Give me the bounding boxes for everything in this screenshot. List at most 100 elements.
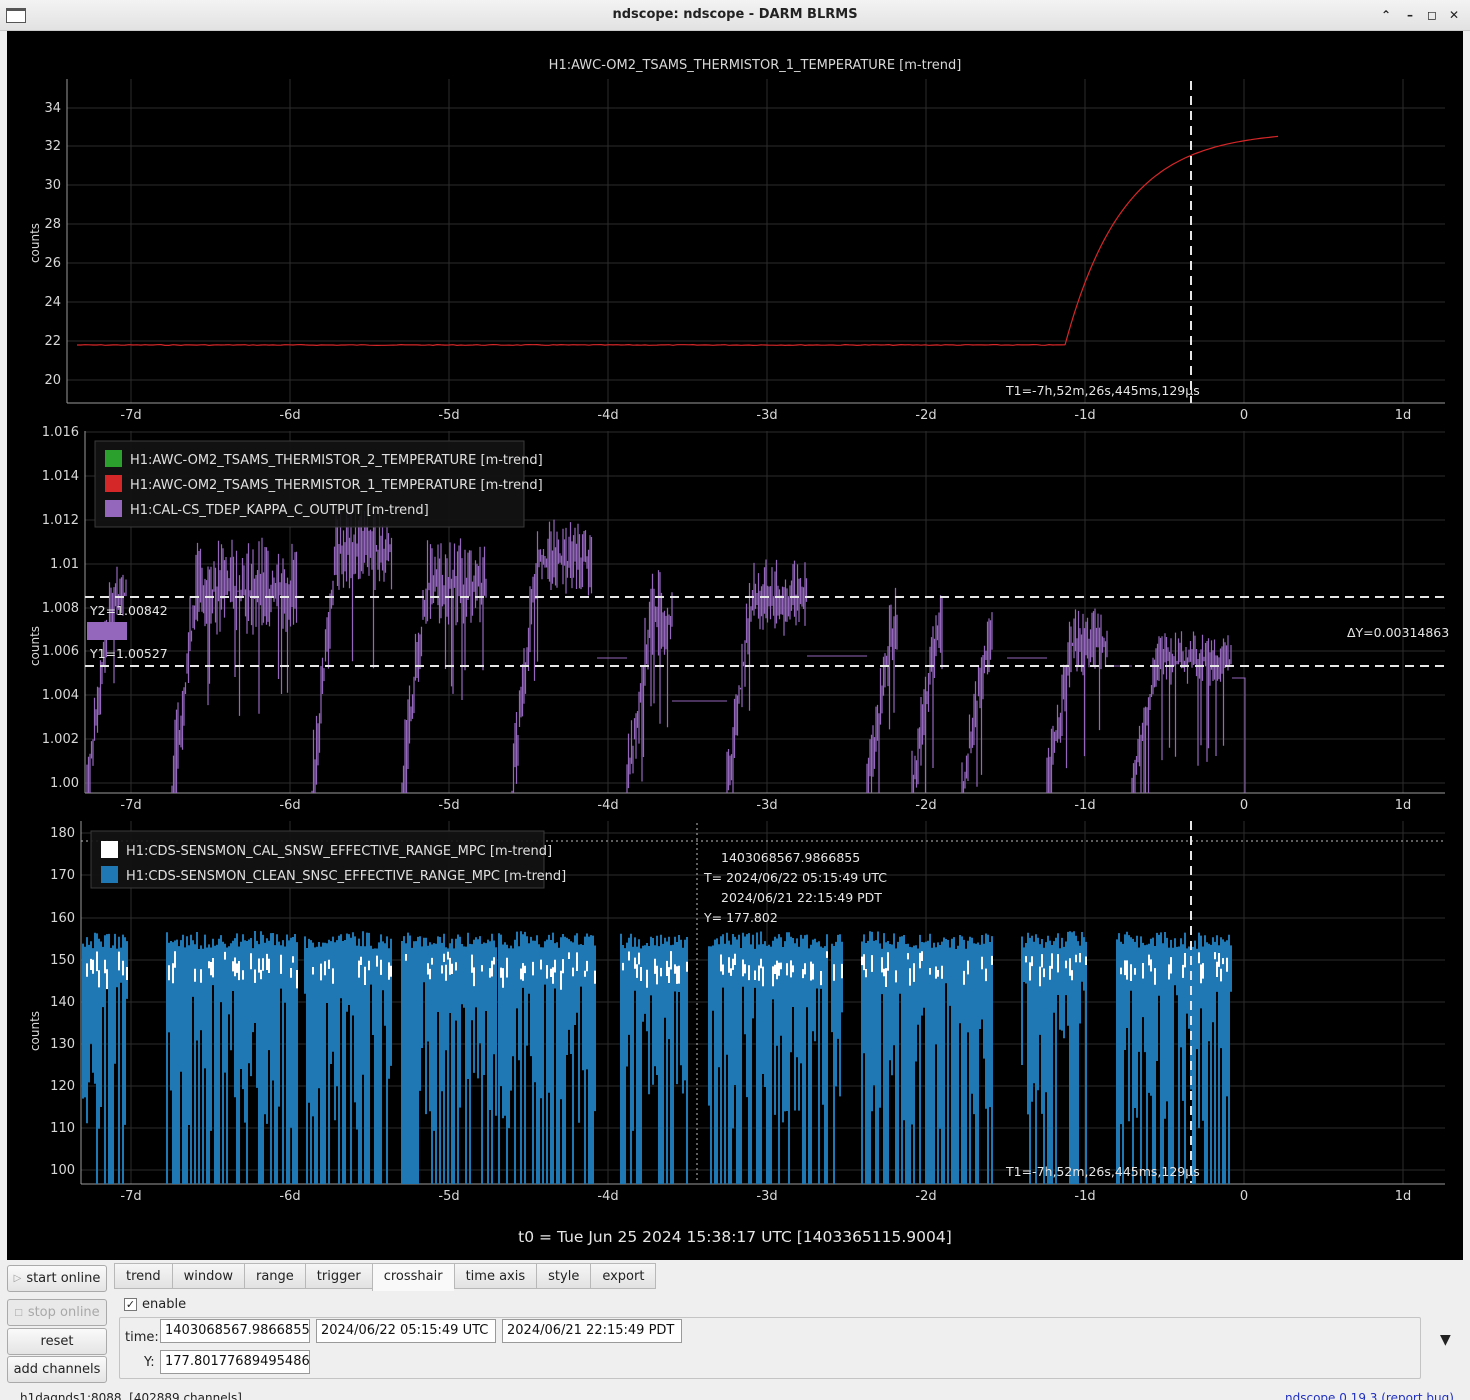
- tab-trend[interactable]: trend: [114, 1263, 172, 1289]
- bottom-plot-t1-label: T1=-7h,52m,26s,445ms,129µs: [1005, 1164, 1200, 1179]
- plot-area[interactable]: H1:AWC-OM2_TSAMS_THERMISTOR_1_TEMPERATUR…: [7, 31, 1463, 1260]
- status-server: h1daqnds1:8088, [402889 channels]: [20, 1391, 242, 1400]
- top-plot-ytick: 22: [44, 334, 61, 349]
- legend-swatch-thermistor-2[interactable]: [105, 450, 122, 467]
- time-utc-field[interactable]: 2024/06/22 05:15:49 UTC: [316, 1319, 496, 1343]
- middle-plot-xtick: -2d: [915, 798, 936, 813]
- enable-checkbox-row[interactable]: ✓ enable: [124, 1297, 186, 1312]
- legend-label-clean-snsc: H1:CDS-SENSMON_CLEAN_SNSC_EFFECTIVE_RANG…: [126, 869, 566, 884]
- bottom-plot-xtick: -4d: [597, 1189, 618, 1204]
- top-plot-ytick: 24: [44, 295, 61, 310]
- middle-plot-ytick: 1.012: [42, 513, 79, 528]
- top-plot-ytick: 20: [44, 373, 61, 388]
- stop-online-button[interactable]: □ stop online: [7, 1299, 107, 1326]
- reset-button[interactable]: reset: [7, 1328, 107, 1355]
- legend-swatch-cal-snsw[interactable]: [101, 841, 118, 858]
- bottom-plot-ytick: 130: [50, 1037, 75, 1052]
- top-plot-title: H1:AWC-OM2_TSAMS_THERMISTOR_1_TEMPERATUR…: [549, 58, 962, 73]
- bottom-plot-xtick: 1d: [1395, 1189, 1412, 1204]
- crosshair-y-label: Y= 177.802: [703, 910, 778, 925]
- bottom-plot-xtick: -7d: [120, 1189, 141, 1204]
- window-title: ndscope: ndscope - DARM BLRMS: [612, 7, 858, 22]
- tab-export[interactable]: export: [590, 1263, 657, 1289]
- bottom-plot-xtick: -6d: [279, 1189, 300, 1204]
- top-plot-ytick: 34: [44, 101, 61, 116]
- add-channels-button[interactable]: add channels: [7, 1356, 107, 1383]
- middle-plot-ytick: 1.014: [42, 469, 79, 484]
- bottom-plot-legend[interactable]: H1:CDS-SENSMON_CAL_SNSW_EFFECTIVE_RANGE_…: [90, 830, 566, 889]
- close-icon[interactable]: ✕: [1445, 6, 1463, 24]
- tab-window[interactable]: window: [171, 1263, 244, 1289]
- t0-label: t0 = Tue Jun 25 2024 15:38:17 UTC [14033…: [518, 1228, 952, 1246]
- crosshair-tab-panel: ✓ enable time: 1403068567.9866855 2024/0…: [114, 1289, 1429, 1381]
- legend-swatch-clean-snsc[interactable]: [101, 866, 118, 883]
- settings-tabs: trend window range trigger crosshair time axi…: [114, 1263, 657, 1291]
- middle-plot-xtick: -5d: [438, 798, 459, 813]
- legend-swatch-thermistor-1[interactable]: [105, 475, 122, 492]
- middle-plot-xtick: -4d: [597, 798, 618, 813]
- legend-label-thermistor-1: H1:AWC-OM2_TSAMS_THERMISTOR_1_TEMPERATUR…: [130, 478, 543, 493]
- start-online-button[interactable]: ▷ start online: [7, 1265, 107, 1292]
- enable-checkbox[interactable]: ✓: [124, 1298, 137, 1311]
- legend-swatch-kappa-c[interactable]: [105, 500, 122, 517]
- time-pdt-field[interactable]: 2024/06/21 22:15:49 PDT: [502, 1319, 682, 1343]
- control-panel: ▷ start online □ stop online reset add c…: [0, 1260, 1470, 1400]
- top-plot-xtick: -1d: [1074, 408, 1095, 423]
- play-icon: ▷: [13, 1273, 22, 1284]
- middle-plot-ylabel: counts: [28, 626, 42, 666]
- middle-plot-ytick: 1.004: [42, 688, 79, 703]
- tab-crosshair[interactable]: crosshair: [371, 1263, 454, 1291]
- middle-plot-xtick: -3d: [756, 798, 777, 813]
- middle-plot-xtick: 1d: [1395, 798, 1412, 813]
- middle-plot-dy-label: ΔY=0.00314863: [1347, 625, 1449, 640]
- enable-label: enable: [142, 1297, 187, 1312]
- middle-plot-kappa-block: [87, 622, 127, 640]
- middle-plot-xtick: -6d: [279, 798, 300, 813]
- bottom-plot-ytick: 180: [50, 826, 75, 841]
- time-gps-field[interactable]: 1403068567.9866855: [160, 1319, 310, 1343]
- middle-plot-ytick: 1.008: [42, 601, 79, 616]
- top-plot-ytick: 30: [44, 178, 61, 193]
- tab-range[interactable]: range: [243, 1263, 305, 1289]
- time-label: time:: [125, 1330, 159, 1345]
- top-plot-xtick: -6d: [279, 408, 300, 423]
- top-plot-xtick: -5d: [438, 408, 459, 423]
- maximize-icon[interactable]: ◻: [1423, 6, 1441, 24]
- bottom-plot-ylabel: counts: [28, 1011, 42, 1051]
- middle-plot-ytick: 1.016: [42, 425, 79, 440]
- top-plot-ytick: 28: [44, 217, 61, 232]
- bottom-plot-xtick: 0: [1240, 1189, 1248, 1204]
- top-plot-ylabel: counts: [28, 223, 42, 263]
- middle-plot-xtick: -7d: [120, 798, 141, 813]
- keep-above-icon[interactable]: ⌃: [1377, 6, 1395, 24]
- top-plot-xtick: -2d: [915, 408, 936, 423]
- middle-plot-y1-label: Y1=1.00527: [89, 646, 168, 661]
- collapse-panel-icon[interactable]: ▼: [1440, 1332, 1451, 1348]
- middle-plot-ytick: 1.01: [50, 557, 79, 572]
- bottom-plot-xtick: -5d: [438, 1189, 459, 1204]
- middle-plot-xtick: 0: [1240, 798, 1248, 813]
- bottom-plot-xtick: -2d: [915, 1189, 936, 1204]
- y-value-field[interactable]: 177.80177689495486: [160, 1350, 310, 1374]
- minimize-icon[interactable]: –: [1401, 6, 1419, 24]
- tab-trigger[interactable]: trigger: [304, 1263, 372, 1289]
- tab-time-axis[interactable]: time axis: [453, 1263, 537, 1289]
- top-plot-xtick: -3d: [756, 408, 777, 423]
- middle-plot-ytick: 1.006: [42, 644, 79, 659]
- legend-label-kappa-c: H1:CAL-CS_TDEP_KAPPA_C_OUTPUT [m-trend]: [130, 503, 429, 518]
- bottom-plot-ytick: 100: [50, 1163, 75, 1178]
- bottom-plot-ytick: 150: [50, 953, 75, 968]
- top-plot-xtick: -7d: [120, 408, 141, 423]
- status-version-link[interactable]: ndscope 0.19.3 (report bug): [1285, 1391, 1454, 1400]
- top-plot-series-thermistor-1: [77, 135, 1279, 347]
- top-plot-xtick: 0: [1240, 408, 1248, 423]
- middle-plot-xtick: -1d: [1074, 798, 1095, 813]
- legend-label-thermistor-2: H1:AWC-OM2_TSAMS_THERMISTOR_2_TEMPERATUR…: [130, 453, 543, 468]
- tab-style[interactable]: style: [536, 1263, 591, 1289]
- bottom-plot-ytick: 170: [50, 868, 75, 883]
- top-plot-t1-label: T1=-7h,52m,26s,445ms,129µs: [1005, 383, 1200, 398]
- bottom-plot-xtick: -1d: [1074, 1189, 1095, 1204]
- crosshair-fields: time: 1403068567.9866855 2024/06/22 05:1…: [119, 1317, 1421, 1379]
- bottom-plot-ytick: 110: [50, 1121, 75, 1136]
- middle-plot-legend[interactable]: H1:AWC-OM2_TSAMS_THERMISTOR_2_TEMPERATUR…: [94, 440, 543, 528]
